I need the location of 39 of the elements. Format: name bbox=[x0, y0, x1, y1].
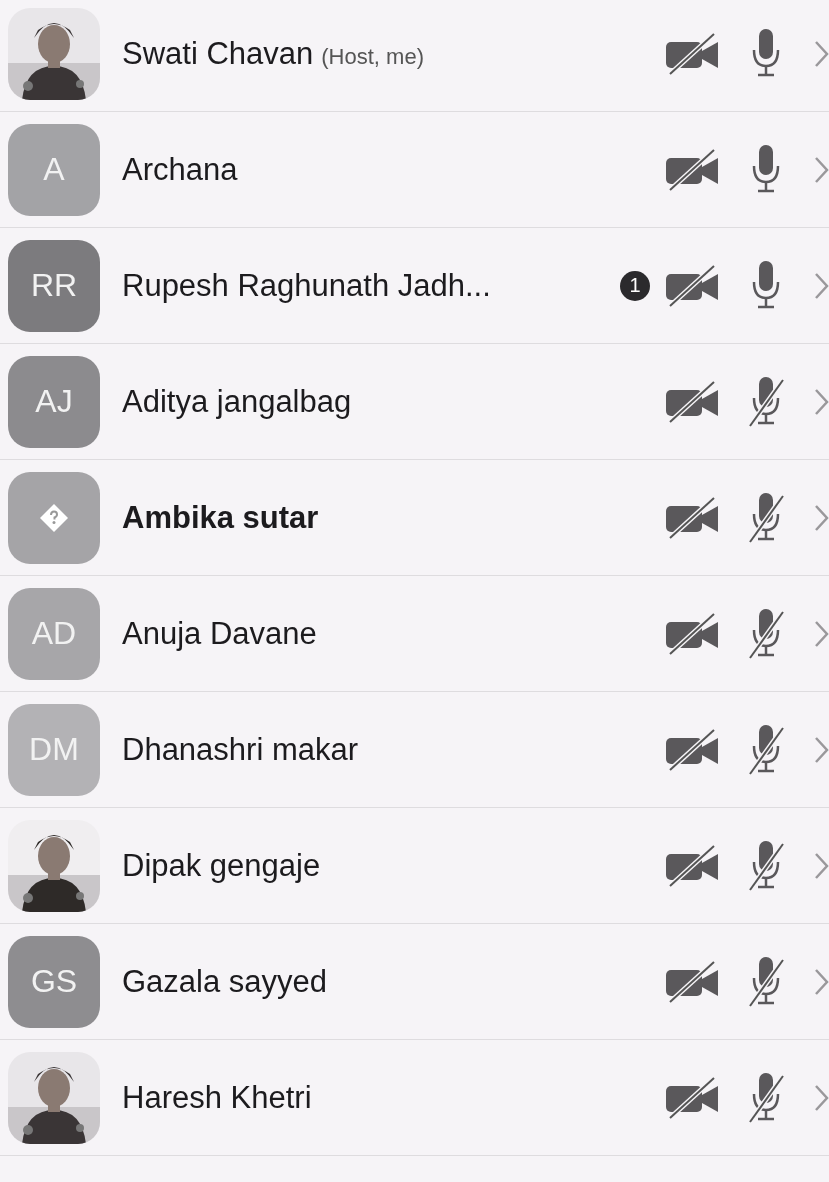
participant-name: Dipak gengaje bbox=[122, 847, 321, 884]
chevron-right-icon[interactable] bbox=[814, 503, 829, 532]
video-off-icon[interactable] bbox=[664, 495, 720, 540]
participant-name: Haresh Khetri bbox=[122, 1079, 312, 1116]
participant-name: Aditya jangalbag bbox=[122, 383, 352, 420]
chevron-right-icon[interactable] bbox=[814, 1083, 829, 1112]
video-off-icon[interactable] bbox=[664, 843, 720, 888]
avatar: RR bbox=[8, 239, 100, 332]
video-off-icon[interactable] bbox=[664, 959, 720, 1004]
message-count-badge: 1 bbox=[620, 270, 650, 301]
chevron-right-icon[interactable] bbox=[814, 39, 829, 68]
avatar: AD bbox=[8, 587, 100, 680]
participant-name: Gazala sayyed bbox=[122, 963, 328, 1000]
avatar: GS bbox=[8, 935, 100, 1028]
avatar: A bbox=[8, 123, 100, 216]
chevron-right-icon[interactable] bbox=[814, 851, 829, 880]
video-off-icon[interactable] bbox=[664, 727, 720, 772]
chevron-right-icon[interactable] bbox=[814, 967, 829, 996]
chevron-right-icon[interactable] bbox=[814, 387, 829, 416]
chevron-right-icon[interactable] bbox=[814, 155, 829, 184]
participant-name: Ambika sutar bbox=[122, 499, 319, 536]
participant-name: Swati Chavan bbox=[122, 35, 314, 72]
role-label: (Host, me) bbox=[321, 43, 424, 70]
chevron-right-icon[interactable] bbox=[814, 619, 829, 648]
participant-name: Anuja Davane bbox=[122, 615, 317, 652]
participant-name: Archana bbox=[122, 151, 238, 188]
unknown-user-icon bbox=[39, 502, 69, 533]
chevron-right-icon[interactable] bbox=[814, 735, 829, 764]
participant-name: Dhanashri makar bbox=[122, 731, 359, 768]
video-off-icon[interactable] bbox=[664, 147, 720, 192]
chevron-right-icon[interactable] bbox=[814, 271, 829, 300]
avatar: DM bbox=[8, 703, 100, 796]
video-off-icon[interactable] bbox=[664, 31, 720, 76]
video-off-icon[interactable] bbox=[664, 263, 720, 308]
video-off-icon[interactable] bbox=[664, 1075, 720, 1120]
video-off-icon[interactable] bbox=[664, 379, 720, 424]
avatar: AJ bbox=[8, 355, 100, 448]
participant-name: Rupesh Raghunath Jadh... bbox=[122, 267, 491, 304]
video-off-icon[interactable] bbox=[664, 611, 720, 656]
